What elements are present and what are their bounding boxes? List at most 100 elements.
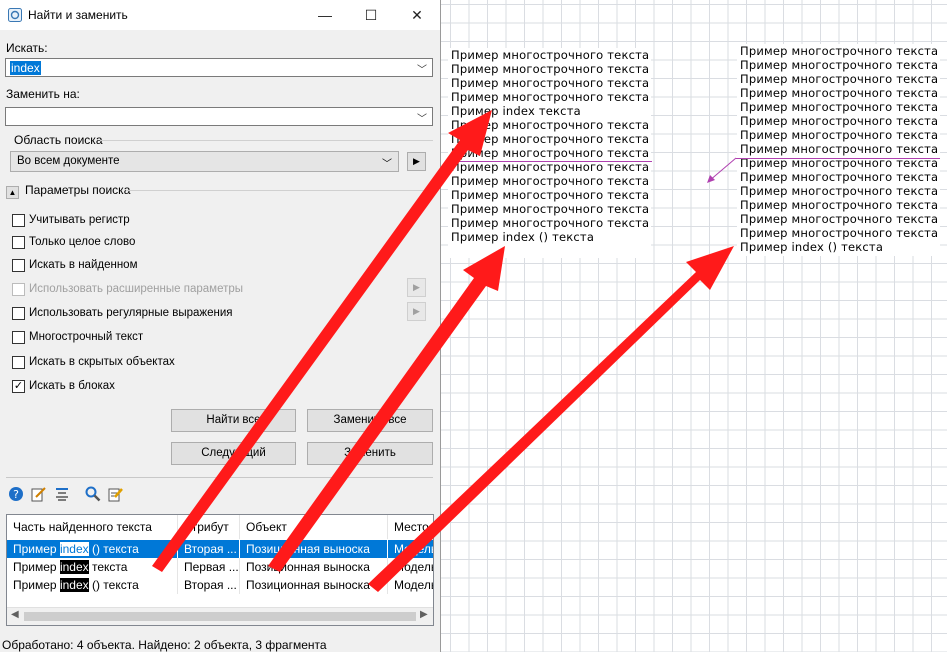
regex-params-button[interactable]: ▶: [407, 302, 426, 321]
checkbox-box[interactable]: [12, 236, 25, 249]
dialog-title: Найти и заменить: [28, 8, 128, 22]
attribute-cell: Вторая ...: [178, 540, 240, 558]
found-text-match: index: [59, 578, 89, 592]
scope-expand-button[interactable]: ▶: [407, 152, 426, 171]
replace-label: Заменить на:: [6, 87, 80, 101]
scroll-left-icon[interactable]: ◀: [11, 609, 19, 620]
collapse-params-button[interactable]: ▲: [6, 186, 19, 199]
text-line: Пример многострочного текста: [740, 114, 939, 128]
text-line: Пример многострочного текста: [451, 188, 650, 202]
text-line: Пример многострочного текста: [740, 100, 939, 114]
multiline-text-block-1[interactable]: Пример многострочного текста Пример много…: [448, 48, 651, 258]
checkbox-label: Учитывать регистр: [29, 214, 130, 226]
object-cell: Позиционная выноска: [240, 540, 388, 558]
scope-select-value: Во всем документе: [17, 155, 120, 167]
text-line: Пример многострочного текста: [451, 202, 650, 216]
text-line: Пример многострочного текста: [451, 174, 650, 188]
found-text-prefix: Пример: [13, 560, 60, 574]
found-text-cell: Пример index () текста: [7, 540, 178, 558]
text-line: Пример многострочного текста: [740, 44, 939, 58]
text-line: Пример многострочного текста: [451, 160, 650, 174]
text-line: Пример многострочного текста: [740, 86, 939, 100]
multiline-text-block-2[interactable]: Пример многострочного текста Пример много…: [737, 44, 940, 256]
checkbox-box[interactable]: [12, 214, 25, 227]
leader-line-2: [736, 158, 940, 159]
find-replace-dialog: Найти и заменить — ☐ ✕ Искать: index ﹀ З…: [0, 0, 441, 652]
advanced-params-button[interactable]: ▶: [407, 278, 426, 297]
attribute-cell: Первая ...: [178, 558, 240, 576]
leader-line-1: [448, 161, 652, 162]
checkbox-label: Многострочный текст: [29, 331, 144, 343]
text-line: Пример многострочного текста: [740, 198, 939, 212]
found-text-cell: Пример index () текста: [7, 576, 178, 594]
place-cell: Модель: [388, 540, 433, 558]
status-text: Обработано: 4 объекта. Найдено: 2 объект…: [2, 638, 327, 652]
found-text-match: index: [59, 542, 89, 556]
table-row[interactable]: Пример index () текста Вторая ... Позицион…: [7, 540, 433, 558]
close-button[interactable]: ✕: [394, 0, 440, 30]
chevron-down-icon[interactable]: ﹀: [417, 61, 427, 76]
checkbox-box[interactable]: [12, 356, 25, 369]
checkmark-icon[interactable]: ✓: [12, 380, 25, 393]
next-button[interactable]: Следующий: [171, 442, 296, 465]
horizontal-scrollbar[interactable]: ◀ ▶: [7, 607, 433, 625]
checkbox-box[interactable]: [12, 307, 25, 320]
found-text-prefix: Пример: [13, 542, 60, 556]
column-header[interactable]: Объект: [240, 515, 388, 539]
replace-input[interactable]: ﹀: [5, 107, 433, 126]
text-line: Пример многострочного текста: [451, 62, 650, 76]
search-icon[interactable]: [85, 486, 101, 502]
text-line: Пример многострочного текста: [451, 132, 650, 146]
replace-all-button[interactable]: Заменить все: [307, 409, 433, 432]
text-line: Пример многострочного текста: [451, 118, 650, 132]
svg-text:?: ?: [13, 488, 19, 501]
chevron-down-icon[interactable]: ﹀: [417, 110, 427, 125]
text-line: Пример многострочного текста: [740, 170, 939, 184]
text-line: Пример многострочного текста: [740, 142, 939, 156]
scope-select[interactable]: Во всем документе ﹀: [10, 151, 399, 172]
checkbox-label: Использовать регулярные выражения: [29, 307, 233, 319]
found-text-suffix: текста: [88, 560, 128, 574]
checkbox-label: Использовать расширенные параметры: [29, 283, 244, 295]
find-input[interactable]: index ﹀: [5, 58, 433, 77]
scrollbar-thumb[interactable]: [24, 612, 416, 621]
attribute-cell: Вторая ...: [178, 576, 240, 594]
found-text-suffix: () текста: [88, 578, 139, 592]
minimize-button[interactable]: —: [302, 0, 348, 30]
results-table[interactable]: Часть найденного текста Атрибут Объект Мест…: [6, 514, 434, 626]
place-cell: Модель: [388, 576, 433, 594]
find-all-button[interactable]: Найти все: [171, 409, 296, 432]
found-text-suffix: () текста: [88, 542, 139, 556]
text-line: Пример многострочного текста: [451, 216, 650, 230]
maximize-button[interactable]: ☐: [348, 0, 394, 30]
checkbox-box[interactable]: [12, 331, 25, 344]
group-divider: [100, 140, 433, 141]
table-row[interactable]: Пример index текста Первая ... Позиционная…: [7, 558, 433, 576]
found-text-match: index: [59, 560, 89, 574]
column-header[interactable]: Часть найденного текста: [7, 515, 178, 539]
column-header[interactable]: Атрибут: [178, 515, 240, 539]
title-bar[interactable]: Найти и заменить — ☐ ✕: [0, 0, 440, 30]
text-line: Пример многострочного текста: [451, 76, 650, 90]
text-line: Пример многострочного текста: [740, 128, 939, 142]
scroll-right-icon[interactable]: ▶: [420, 609, 428, 620]
group-divider: [126, 190, 433, 191]
find-input-value: index: [10, 61, 41, 75]
params-group-label: Параметры поиска: [25, 183, 131, 197]
text-line: Пример index () текста: [451, 230, 595, 244]
checkbox-box[interactable]: [12, 259, 25, 272]
text-line: Пример многострочного текста: [451, 90, 650, 104]
help-icon[interactable]: ?: [8, 486, 24, 502]
align-icon[interactable]: [54, 486, 70, 502]
edit-icon[interactable]: [31, 486, 47, 502]
leader-arrow: [707, 157, 737, 183]
replace-button[interactable]: Заменить: [307, 442, 433, 465]
checkbox-box[interactable]: [12, 283, 25, 296]
checkbox-label: Искать в найденном: [29, 259, 138, 271]
text-line: Пример многострочного текста: [740, 58, 939, 72]
object-cell: Позиционная выноска: [240, 558, 388, 576]
table-row[interactable]: Пример index () текста Вторая ... Позицион…: [7, 576, 433, 594]
column-header[interactable]: Место: [388, 515, 433, 539]
checkbox-label: Только целое слово: [29, 236, 136, 248]
highlight-icon[interactable]: [108, 486, 124, 502]
